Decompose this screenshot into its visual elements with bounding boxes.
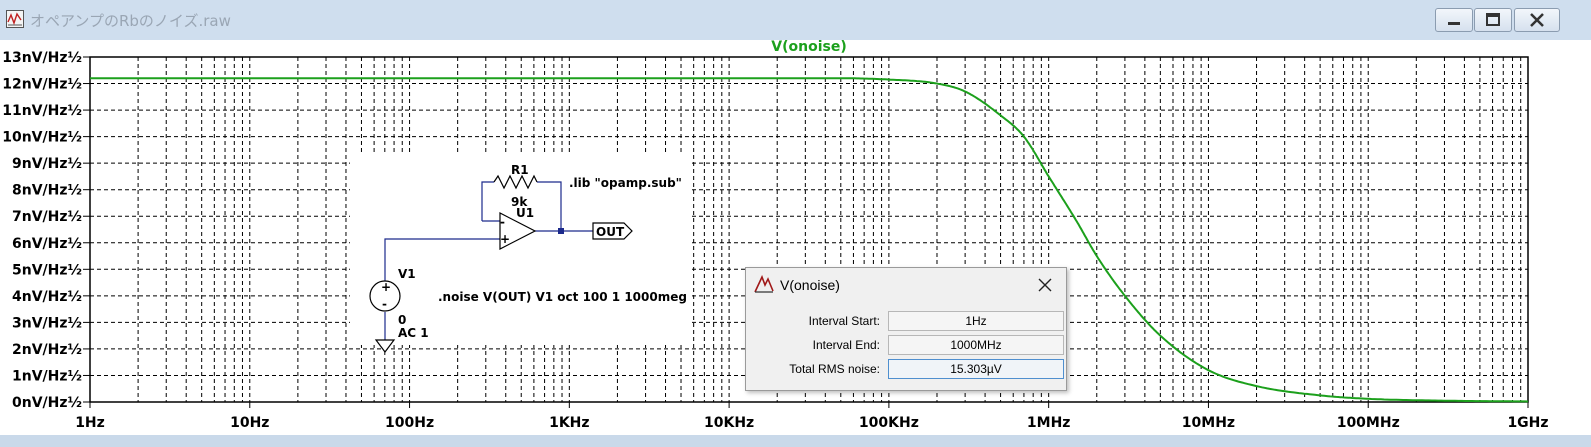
v1-ac-value: AC 1	[398, 326, 429, 340]
v1-name: V1	[398, 267, 416, 281]
y-tick-label: 11nV/Hz½	[2, 103, 82, 119]
window-bottom-border	[0, 435, 1591, 447]
ground-symbol	[374, 339, 396, 353]
x-tick-label: 100MHz	[1337, 415, 1400, 431]
close-icon[interactable]	[1034, 274, 1056, 296]
y-tick-label: 6nV/Hz½	[12, 236, 82, 252]
v1-plus-sign: +	[381, 280, 391, 294]
x-tick-label: 1Hz	[75, 415, 105, 431]
total-rms-field[interactable]: 15.303µV	[888, 359, 1064, 379]
opamp-minus-pin: -	[500, 215, 505, 229]
trace-label[interactable]: V(onoise)	[771, 40, 846, 55]
v1-dc-value: 0	[398, 313, 406, 327]
y-tick-label: 13nV/Hz½	[2, 50, 82, 66]
lib-directive: .lib "opamp.sub"	[569, 176, 682, 190]
waveform-window: オペアンプのRbのノイズ.raw 0nV/Hz½ 1nV/Hz½ 2nV/Hz½ 3n…	[0, 0, 1591, 447]
y-tick-label: 0nV/Hz½	[12, 395, 82, 411]
interval-end-field[interactable]: 1000MHz	[888, 335, 1064, 355]
x-tick-label: 10Hz	[230, 415, 269, 431]
x-tick-label: 1MHz	[1027, 415, 1071, 431]
r1-name: R1	[511, 163, 529, 177]
output-node	[558, 228, 564, 234]
y-tick-label: 5nV/Hz½	[12, 262, 82, 278]
x-tick-label: 10KHz	[704, 415, 754, 431]
schematic-overlay: + - - + OUT R1 9k U1 .lib "opamp.sub" V1…	[350, 155, 690, 353]
x-tick-label: 100Hz	[385, 415, 434, 431]
y-tick-label: 1nV/Hz½	[12, 368, 82, 384]
x-tick-label: 10MHz	[1182, 415, 1235, 431]
y-tick-label: 8nV/Hz½	[12, 183, 82, 199]
maximize-icon	[1486, 13, 1500, 26]
interval-start-field[interactable]: 1Hz	[888, 311, 1064, 331]
close-window-button[interactable]	[1514, 8, 1560, 32]
plot-pane[interactable]: 0nV/Hz½ 1nV/Hz½ 2nV/Hz½ 3nV/Hz½ 4nV/Hz½ 5nV/H…	[0, 40, 1591, 435]
interval-end-label: Interval End:	[812, 338, 880, 352]
close-icon	[1530, 13, 1544, 27]
opamp-plus-pin: +	[500, 232, 510, 246]
y-tick-label: 4nV/Hz½	[12, 289, 82, 305]
y-tick-label: 2nV/Hz½	[12, 342, 82, 358]
window-title: オペアンプのRbのノイズ.raw	[30, 12, 231, 30]
dialog-title: V(onoise)	[780, 277, 840, 293]
total-rms-label: Total RMS noise:	[789, 362, 880, 376]
y-tick-label: 12nV/Hz½	[2, 77, 82, 93]
y-tick-label: 9nV/Hz½	[12, 156, 82, 172]
x-tick-label: 1KHz	[549, 415, 589, 431]
u1-name: U1	[516, 206, 534, 220]
x-tick-label: 100KHz	[859, 415, 919, 431]
ltspice-icon	[754, 275, 774, 293]
x-tick-label: 1GHz	[1507, 415, 1548, 431]
ltspice-waveform-icon	[6, 10, 24, 28]
x-axis-ticks: 1Hz 10Hz 100Hz 1KHz 10KHz 100KHz 1MHz 10MHz 100M…	[75, 402, 1549, 431]
minimize-icon	[1448, 22, 1460, 25]
out-label: OUT	[596, 225, 625, 239]
y-tick-label: 3nV/Hz½	[12, 315, 82, 331]
measurement-dialog[interactable]: V(onoise) Interval Start: 1Hz Interval E…	[745, 267, 1067, 391]
y-tick-label: 7nV/Hz½	[12, 209, 82, 225]
title-bar[interactable]: オペアンプのRbのノイズ.raw	[0, 0, 1591, 40]
maximize-button[interactable]	[1474, 8, 1512, 32]
y-axis-ticks: 0nV/Hz½ 1nV/Hz½ 2nV/Hz½ 3nV/Hz½ 4nV/Hz½ 5nV/H…	[2, 50, 90, 411]
v1-minus-sign: -	[382, 297, 387, 311]
minimize-button[interactable]	[1435, 8, 1473, 32]
noise-directive: .noise V(OUT) V1 oct 100 1 1000meg	[438, 290, 687, 304]
y-tick-label: 10nV/Hz½	[2, 130, 82, 146]
interval-start-label: Interval Start:	[808, 314, 880, 328]
